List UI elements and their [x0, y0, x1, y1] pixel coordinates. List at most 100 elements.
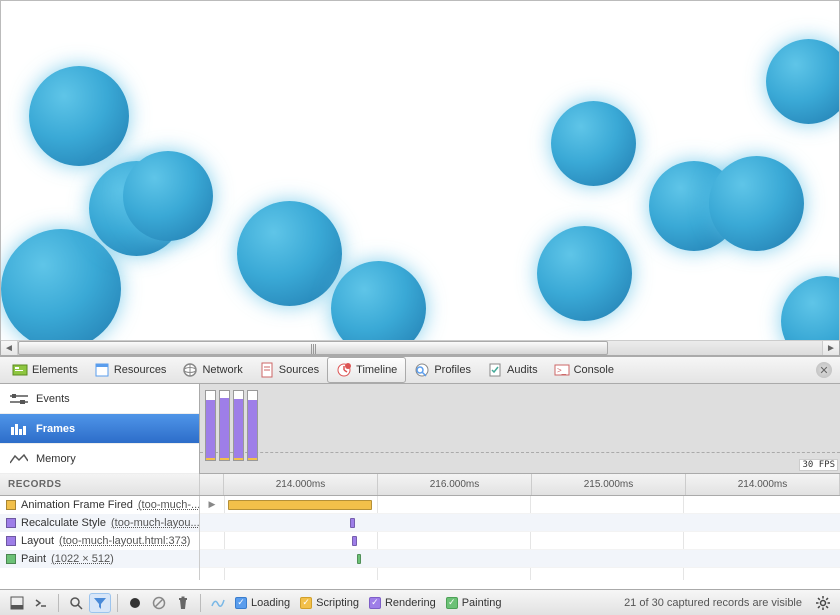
timeline-midsection: Events Frames Memory 30 FPS — [0, 384, 840, 474]
bottom-toolbar: ✓ Loading ✓ Scripting ✓ Rendering ✓ Pain… — [0, 589, 840, 615]
legend-rendering[interactable]: ✓ Rendering — [369, 597, 436, 609]
frames-overview[interactable]: 30 FPS — [200, 384, 840, 473]
record-row[interactable]: Animation Frame Fired (too-much-... — [0, 496, 199, 514]
dock-button[interactable] — [6, 593, 28, 613]
record-row[interactable]: Layout (too-much-layout.html:373) — [0, 532, 199, 550]
timeline-icon — [336, 362, 352, 378]
scroll-thumb[interactable] — [18, 341, 608, 355]
resources-icon — [94, 362, 110, 378]
records-heading: RECORDS — [0, 474, 200, 495]
devtools-tabbar: Elements Resources Network Sources Timel… — [0, 356, 840, 384]
legend-label: Painting — [462, 597, 502, 609]
record-swatch — [6, 518, 16, 528]
legend-label: Scripting — [316, 597, 359, 609]
timing-bar[interactable] — [228, 500, 372, 510]
chart-row — [200, 550, 840, 568]
frames-icon — [10, 423, 28, 435]
checkbox-icon[interactable]: ✓ — [369, 597, 381, 609]
records-header-row: RECORDS 214.000ms216.000ms215.000ms214.0… — [0, 474, 840, 496]
timeline-sidebar: Events Frames Memory — [0, 384, 200, 473]
close-devtools-button[interactable]: ✕ — [816, 362, 832, 378]
legend-scripting[interactable]: ✓ Scripting — [300, 597, 359, 609]
ball — [781, 276, 840, 340]
ball — [123, 151, 213, 241]
tab-audits[interactable]: Audits — [479, 358, 546, 382]
tab-console[interactable]: >_ Console — [546, 358, 622, 382]
legend-painting[interactable]: ✓ Painting — [446, 597, 502, 609]
legend-loading[interactable]: ✓ Loading — [235, 597, 290, 609]
legend-label: Loading — [251, 597, 290, 609]
record-row[interactable]: Recalculate Style (too-much-layou... — [0, 514, 199, 532]
overview-bars — [205, 390, 258, 461]
tab-timeline[interactable]: Timeline — [327, 357, 406, 383]
settings-button[interactable] — [812, 593, 834, 613]
checkbox-icon[interactable]: ✓ — [300, 597, 312, 609]
tab-resources[interactable]: Resources — [86, 358, 175, 382]
scroll-track[interactable] — [17, 341, 823, 355]
records-detail: Animation Frame Fired (too-much-...Recal… — [0, 496, 840, 580]
tab-label: Audits — [507, 364, 538, 376]
sidebar-item-label: Events — [36, 393, 70, 405]
garbage-collect-button[interactable] — [172, 593, 194, 613]
clear-button[interactable] — [148, 593, 170, 613]
show-console-button[interactable] — [30, 593, 52, 613]
record-button[interactable] — [124, 593, 146, 613]
chart-row — [200, 514, 840, 532]
record-swatch — [6, 554, 16, 564]
ball — [766, 39, 840, 124]
checkbox-icon[interactable]: ✓ — [446, 597, 458, 609]
search-button[interactable] — [65, 593, 87, 613]
ball — [1, 229, 121, 340]
chart-row — [200, 532, 840, 550]
ball — [709, 156, 804, 251]
page-viewport — [0, 0, 840, 340]
record-link[interactable]: (too-much-... — [138, 499, 199, 511]
timing-bar[interactable] — [350, 518, 355, 528]
time-column: 214.000ms — [686, 474, 840, 495]
scroll-left-arrow[interactable]: ◄ — [1, 341, 17, 355]
elements-icon — [12, 362, 28, 378]
record-link[interactable]: (1022 × 512) — [51, 553, 114, 565]
timing-bar[interactable] — [357, 554, 361, 564]
time-column: 215.000ms — [532, 474, 686, 495]
checkbox-icon[interactable]: ✓ — [235, 597, 247, 609]
ball — [537, 226, 632, 321]
timing-bar[interactable] — [352, 536, 357, 546]
chart-row: ▶ — [200, 496, 840, 514]
time-column: 216.000ms — [378, 474, 532, 495]
records-list: Animation Frame Fired (too-much-...Recal… — [0, 496, 200, 580]
record-link[interactable]: (too-much-layout.html:373) — [59, 535, 190, 547]
record-swatch — [6, 500, 16, 510]
profiles-icon — [414, 362, 430, 378]
filter-button[interactable] — [89, 593, 111, 613]
glue-button[interactable] — [207, 593, 229, 613]
tab-label: Elements — [32, 364, 78, 376]
sidebar-item-frames[interactable]: Frames — [0, 414, 199, 444]
ball — [237, 201, 342, 306]
tab-label: Sources — [279, 364, 319, 376]
record-label: Animation Frame Fired — [21, 499, 133, 511]
sidebar-item-label: Frames — [36, 423, 75, 435]
tab-sources[interactable]: Sources — [251, 358, 327, 382]
horizontal-scrollbar[interactable]: ◄ ► — [0, 340, 840, 356]
sidebar-item-label: Memory — [36, 453, 76, 465]
tab-elements[interactable]: Elements — [4, 358, 86, 382]
tab-label: Console — [574, 364, 614, 376]
time-ruler: 214.000ms216.000ms215.000ms214.000ms — [224, 474, 840, 495]
record-link[interactable]: (too-much-layou... — [111, 517, 199, 529]
expand-column-header — [200, 474, 224, 495]
sidebar-item-memory[interactable]: Memory — [0, 444, 199, 474]
tab-label: Timeline — [356, 364, 397, 376]
tab-network[interactable]: Network — [174, 358, 250, 382]
ball — [29, 66, 129, 166]
ball — [551, 101, 636, 186]
record-row[interactable]: Paint (1022 × 512) — [0, 550, 199, 568]
tab-label: Resources — [114, 364, 167, 376]
scroll-right-arrow[interactable]: ► — [823, 341, 839, 355]
record-label: Layout — [21, 535, 54, 547]
expand-icon[interactable]: ▶ — [200, 496, 224, 513]
sidebar-item-events[interactable]: Events — [0, 384, 199, 414]
record-label: Recalculate Style — [21, 517, 106, 529]
tab-profiles[interactable]: Profiles — [406, 358, 479, 382]
network-icon — [182, 362, 198, 378]
